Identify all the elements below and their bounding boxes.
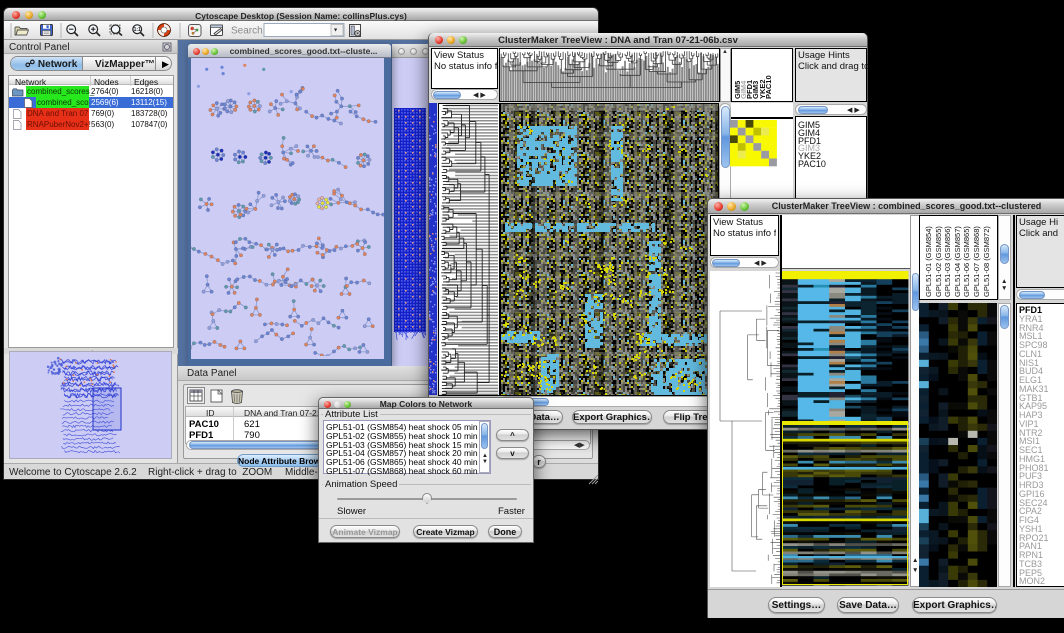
svg-text:1:1: 1:1 — [134, 27, 141, 33]
svg-text:Search:: Search: — [231, 26, 265, 37]
